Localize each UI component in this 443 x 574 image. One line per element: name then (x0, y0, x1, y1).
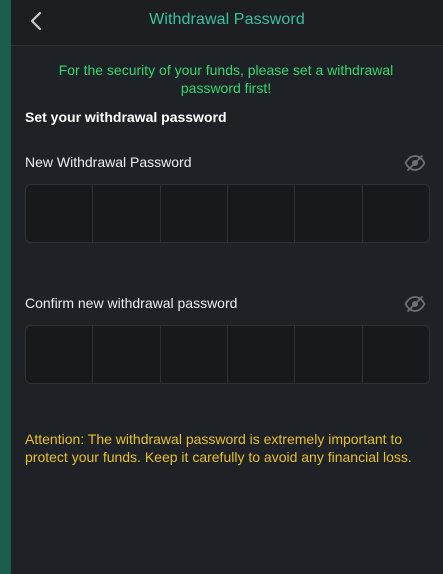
confirm-password-digit[interactable] (363, 326, 429, 383)
new-password-digit[interactable] (26, 185, 94, 242)
confirm-password-digit[interactable] (161, 326, 228, 383)
confirm-password-digit[interactable] (295, 326, 363, 383)
security-notice: For the security of your funds, please s… (58, 62, 394, 96)
new-password-input[interactable] (25, 184, 430, 243)
new-password-digit[interactable] (93, 185, 161, 242)
new-password-label: New Withdrawal Password (25, 154, 192, 170)
side-strip (0, 0, 11, 574)
confirm-password-label: Confirm new withdrawal password (25, 295, 238, 311)
section-title: Set your withdrawal password (25, 109, 227, 125)
page-title: Withdrawal Password (149, 11, 305, 28)
confirm-password-digit[interactable] (26, 326, 94, 383)
new-password-digit[interactable] (161, 185, 228, 242)
eye-off-icon (404, 296, 426, 312)
attention-warning: Attention: The withdrawal password is ex… (25, 431, 412, 465)
withdrawal-password-screen: Withdrawal Password For the security of … (0, 0, 443, 574)
new-password-digit[interactable] (363, 185, 429, 242)
confirm-password-visibility-toggle[interactable] (403, 294, 427, 314)
eye-off-icon (404, 155, 426, 171)
confirm-password-digit[interactable] (93, 326, 161, 383)
header-bar: Withdrawal Password (11, 0, 443, 46)
new-password-visibility-toggle[interactable] (403, 153, 427, 173)
confirm-password-input[interactable] (25, 325, 430, 384)
new-password-digit[interactable] (295, 185, 363, 242)
confirm-password-digit[interactable] (228, 326, 296, 383)
new-password-digit[interactable] (228, 185, 296, 242)
